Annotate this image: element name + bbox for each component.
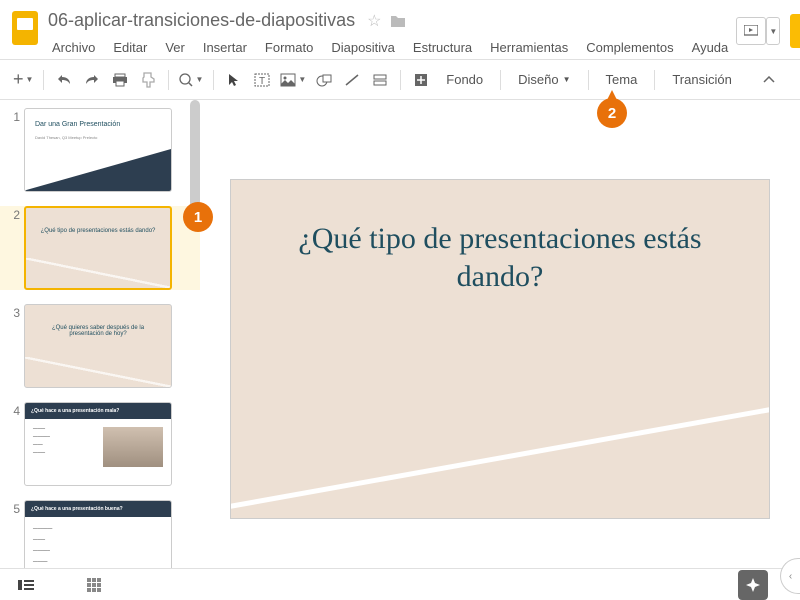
title-area: 06-aplicar-transiciones-de-diapositivas … <box>44 8 736 58</box>
paint-format-button[interactable] <box>135 67 161 93</box>
new-slide-button[interactable]: +▼ <box>10 67 36 93</box>
app-header: 06-aplicar-transiciones-de-diapositivas … <box>0 0 800 60</box>
menu-formato[interactable]: Formato <box>257 37 321 58</box>
menu-herramientas[interactable]: Herramientas <box>482 37 576 58</box>
slides-logo-icon <box>12 11 38 45</box>
image-tool[interactable]: ▼ <box>277 67 309 93</box>
transicion-button[interactable]: Transición <box>662 68 741 91</box>
print-button[interactable] <box>107 67 133 93</box>
thumb-1[interactable]: 1 Dar una Gran Presentación David Thesan… <box>8 108 196 192</box>
move-folder-icon[interactable] <box>390 14 406 28</box>
menu-ayuda[interactable]: Ayuda <box>684 37 737 58</box>
select-tool[interactable] <box>221 67 247 93</box>
toolbar: +▼ ▼ T ▼ Fondo Diseño▼ Tema Transición <box>0 60 800 100</box>
main-area: 1 Dar una Gran Presentación David Thesan… <box>0 100 800 568</box>
present-button[interactable] <box>736 17 766 45</box>
present-dropdown[interactable]: ▼ <box>766 17 780 45</box>
filmstrip-view-icon[interactable] <box>12 573 40 597</box>
thumb-3[interactable]: 3 ¿Qué quieres saber después de la prese… <box>8 304 196 388</box>
menu-bar: Archivo Editar Ver Insertar Formato Diap… <box>44 37 736 58</box>
slide-decoration <box>230 388 770 519</box>
thumb-number: 2 <box>8 206 24 290</box>
annotation-marker-1: 1 <box>183 202 213 232</box>
textbox-tool[interactable]: T <box>249 67 275 93</box>
menu-estructura[interactable]: Estructura <box>405 37 480 58</box>
tema-button[interactable]: Tema <box>596 68 648 91</box>
share-button[interactable] <box>790 14 800 48</box>
menu-editar[interactable]: Editar <box>105 37 155 58</box>
undo-button[interactable] <box>51 67 77 93</box>
thumb-2[interactable]: 2 ¿Qué tipo de presentaciones estás dand… <box>0 206 200 290</box>
shape-tool[interactable] <box>311 67 337 93</box>
diseno-button[interactable]: Diseño▼ <box>508 68 580 91</box>
thumb-number: 1 <box>8 108 24 192</box>
thumbnails-scrollbar[interactable] <box>190 100 200 568</box>
annotation-marker-2: 2 <box>597 98 627 128</box>
menu-complementos[interactable]: Complementos <box>578 37 681 58</box>
menu-ver[interactable]: Ver <box>157 37 193 58</box>
thumb-number: 3 <box>8 304 24 388</box>
explore-button[interactable] <box>738 570 768 600</box>
app-logo[interactable] <box>12 8 38 48</box>
menu-insertar[interactable]: Insertar <box>195 37 255 58</box>
thumb-number: 4 <box>8 402 24 486</box>
star-icon[interactable]: ☆ <box>367 11 381 31</box>
thumb-4[interactable]: 4 ¿Qué hace a una presentación mala? ━━━… <box>8 402 196 486</box>
thumb-5[interactable]: 5 ¿Qué hace a una presentación buena? ━━… <box>8 500 196 568</box>
current-slide[interactable]: ¿Qué tipo de presentaciones estás dando? <box>230 179 770 519</box>
thumb-image-placeholder <box>103 427 163 467</box>
fondo-button[interactable]: Fondo <box>436 68 493 91</box>
comment-tool[interactable] <box>367 67 393 93</box>
slide-title-text[interactable]: ¿Qué tipo de presentaciones estás dando? <box>231 180 769 295</box>
thumb-number: 5 <box>8 500 24 568</box>
bottom-bar <box>0 568 800 600</box>
grid-view-icon[interactable] <box>80 573 108 597</box>
document-title[interactable]: 06-aplicar-transiciones-de-diapositivas <box>44 8 359 33</box>
slide-thumbnails-panel[interactable]: 1 Dar una Gran Presentación David Thesan… <box>0 100 200 568</box>
svg-text:T: T <box>259 76 265 87</box>
zoom-button[interactable]: ▼ <box>176 67 206 93</box>
line-tool[interactable] <box>339 67 365 93</box>
slide-canvas-area[interactable]: ¿Qué tipo de presentaciones estás dando? <box>200 100 800 568</box>
collapse-toolbar-icon[interactable] <box>756 67 782 93</box>
redo-button[interactable] <box>79 67 105 93</box>
menu-archivo[interactable]: Archivo <box>44 37 103 58</box>
header-right: ▼ <box>736 14 800 48</box>
menu-diapositiva[interactable]: Diapositiva <box>323 37 403 58</box>
insert-plus-button[interactable] <box>408 67 434 93</box>
